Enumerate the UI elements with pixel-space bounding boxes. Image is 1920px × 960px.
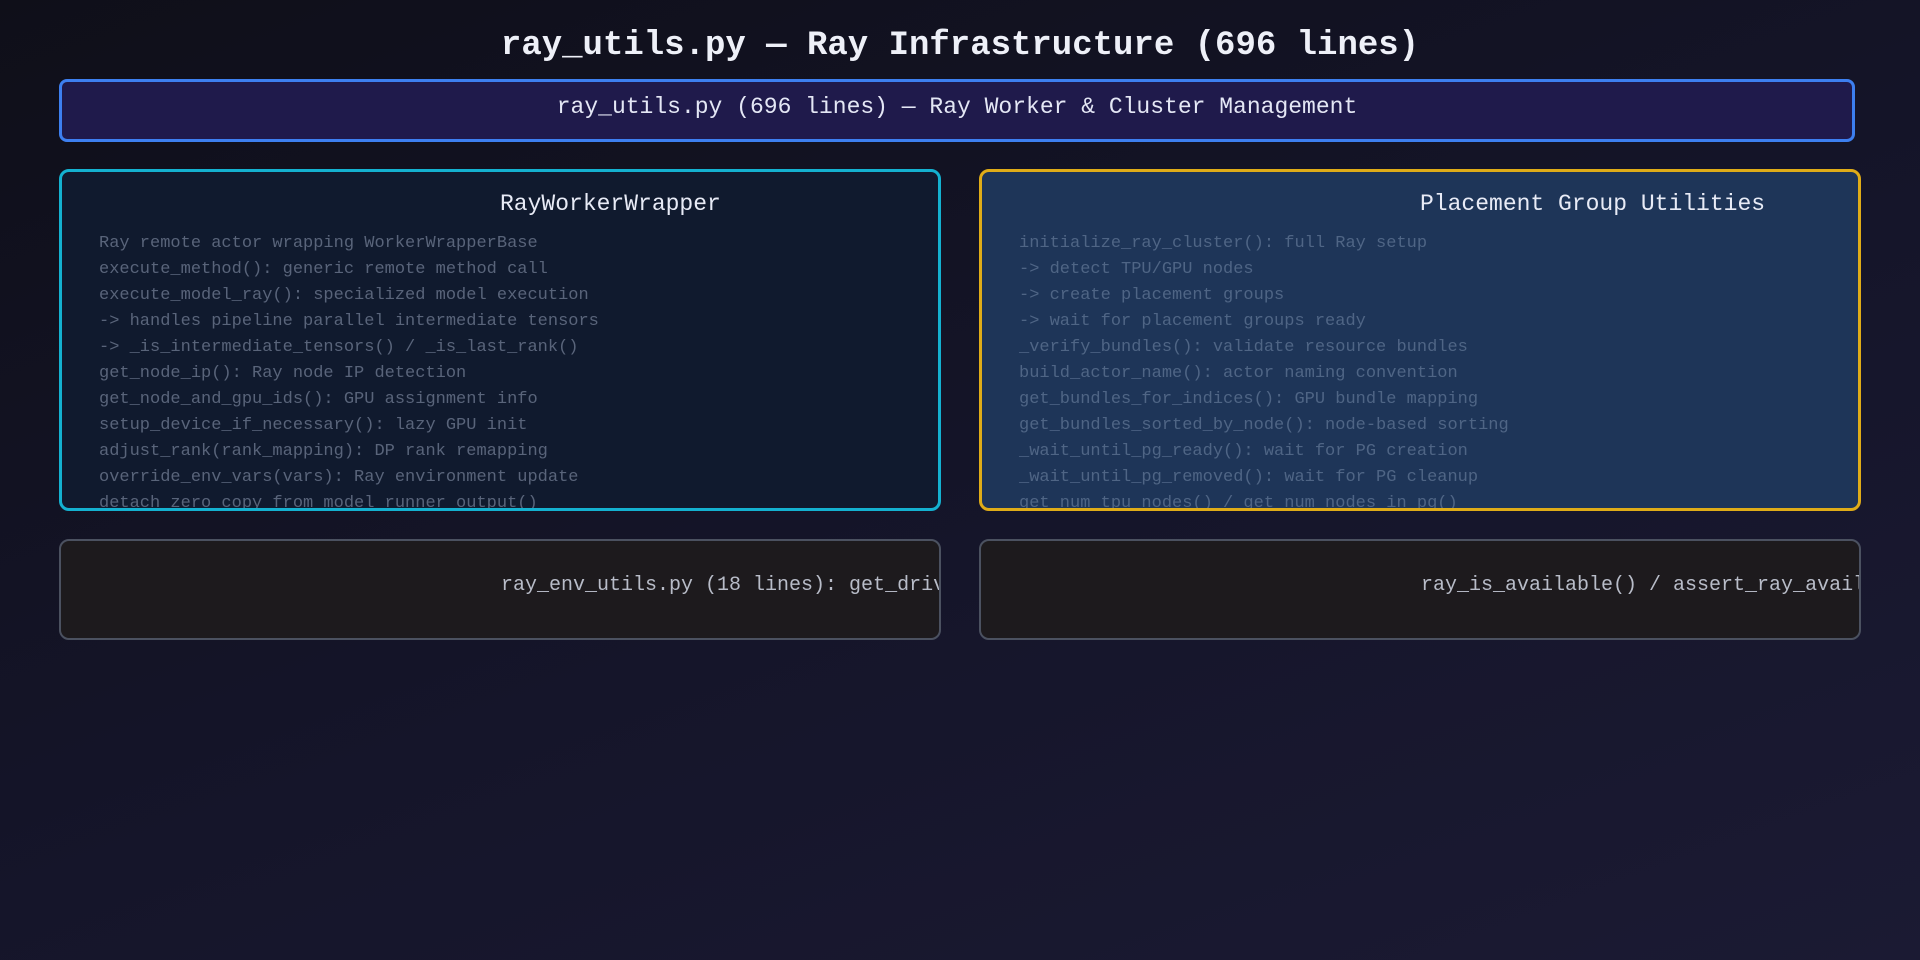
worker-line: override_env_vars(vars): Ray environment… [99,468,579,487]
page-title: ray_utils.py — Ray Infrastructure (696 l… [500,27,1420,65]
worker-line: get_node_ip(): Ray node IP detection [99,364,467,383]
ray-worker-wrapper-method-list: Ray remote actor wrapping WorkerWrapperB… [99,231,599,511]
placement-line: build_actor_name(): actor naming convent… [1019,364,1458,383]
worker-line: get_node_and_gpu_ids(): GPU assignment i… [99,390,538,409]
ray-worker-wrapper-title: RayWorkerWrapper [500,191,721,217]
worker-line: setup_device_if_necessary(): lazy GPU in… [99,416,528,435]
placement-line: -> wait for placement groups ready [1019,312,1366,331]
placement-line: _wait_until_pg_ready(): wait for PG crea… [1019,442,1468,461]
ray-env-utils-label: ray_env_utils.py (18 lines): get_driver_ [501,574,941,597]
module-banner: ray_utils.py (696 lines) — Ray Worker & … [59,79,1855,142]
placement-group-function-list: initialize_ray_cluster(): full Ray setup… [1019,231,1509,511]
placement-line: -> create placement groups [1019,286,1285,305]
ray-env-utils-box: ray_env_utils.py (18 lines): get_driver_ [59,539,941,640]
placement-group-utilities-card: Placement Group Utilities initialize_ray… [979,169,1861,511]
placement-line: get_bundles_sorted_by_node(): node-based… [1019,416,1509,435]
ray-availability-box: ray_is_available() / assert_ray_availabl… [979,539,1861,640]
placement-line: initialize_ray_cluster(): full Ray setup [1019,234,1428,253]
worker-line: adjust_rank(rank_mapping): DP rank remap… [99,442,548,461]
ray-availability-label: ray_is_available() / assert_ray_availabl… [1421,574,1859,597]
placement-line: -> detect TPU/GPU nodes [1019,260,1254,279]
placement-group-utilities-title: Placement Group Utilities [1420,191,1766,217]
worker-line: Ray remote actor wrapping WorkerWrapperB… [99,234,538,253]
worker-line: detach_zero_copy_from_model_runner_outpu… [99,494,538,511]
placement-line: get_bundles_for_indices(): GPU bundle ma… [1019,390,1479,409]
placement-line: _verify_bundles(): validate resource bun… [1019,338,1468,357]
placement-line: _wait_until_pg_removed(): wait for PG cl… [1019,468,1479,487]
worker-line: -> _is_intermediate_tensors() / _is_last… [99,338,579,357]
placement-line: get_num_tpu_nodes() / get_num_nodes_in_p… [1019,494,1458,511]
worker-line: -> handles pipeline parallel intermediat… [99,312,599,331]
ray-worker-wrapper-card: RayWorkerWrapper Ray remote actor wrappi… [59,169,941,511]
worker-line: execute_model_ray(): specialized model e… [99,286,589,305]
module-banner-label: ray_utils.py (696 lines) — Ray Worker & … [556,94,1358,120]
worker-line: execute_method(): generic remote method … [99,260,548,279]
